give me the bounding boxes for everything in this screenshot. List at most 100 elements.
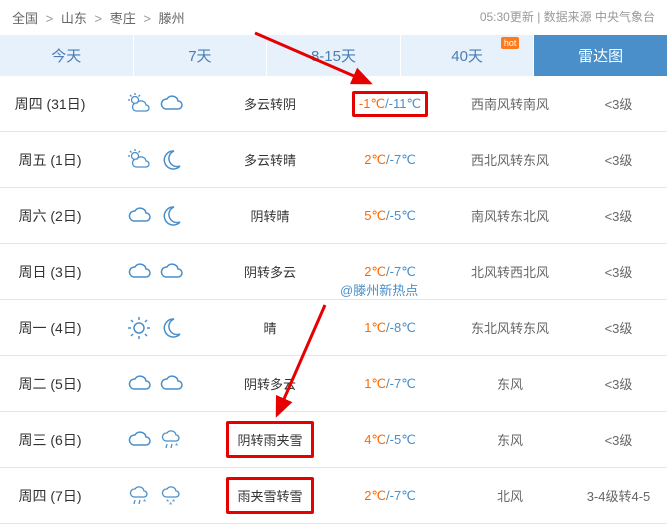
weather-desc: 阴转多云 <box>210 262 330 281</box>
cloud-icon <box>158 91 184 117</box>
snow-icon <box>158 483 184 509</box>
day-label: 周六 (2日) <box>0 206 100 226</box>
forecast-row[interactable]: 周日 (3日)阴转多云2℃/-7℃北风转西北风<3级 <box>0 244 667 300</box>
weather-icons <box>100 483 210 509</box>
cloud-icon <box>126 427 152 453</box>
pcloud-day-icon <box>126 91 152 117</box>
temperature: 1℃/-7℃ <box>330 376 450 392</box>
wind-level: <3级 <box>570 318 667 337</box>
forecast-row[interactable]: 周三 (6日) 阴转雨夹雪4℃/-5℃东风<3级 <box>0 412 667 468</box>
cloud-icon <box>158 371 184 397</box>
tab-7day[interactable]: 7天 <box>134 35 268 76</box>
temp-high: -1℃ <box>359 96 385 111</box>
temperature: 2℃/-7℃ <box>330 152 450 168</box>
cloud-icon <box>126 203 152 229</box>
wind-level: 3-4级转4-5 <box>570 486 667 505</box>
pcloud-day-icon <box>126 147 152 173</box>
temperature: -1℃/-11℃ <box>330 91 450 117</box>
chevron-icon: > <box>95 11 103 26</box>
crumb-province[interactable]: 山东 <box>61 11 87 26</box>
weather-icons <box>100 203 210 229</box>
day-label: 周日 (3日) <box>0 262 100 282</box>
weather-desc: 雨夹雪转雪 <box>210 477 330 514</box>
temp-high: 2℃ <box>364 264 386 279</box>
weather-icons <box>100 91 210 117</box>
weather-icons <box>100 427 210 453</box>
wind-direction: 东风 <box>450 430 570 449</box>
temp-low: /-7℃ <box>386 152 416 167</box>
sleet-icon <box>158 427 184 453</box>
wind-direction: 东北风转东风 <box>450 318 570 337</box>
tab-8-15day[interactable]: 8-15天 <box>267 35 401 76</box>
weather-icons <box>100 371 210 397</box>
moon-icon <box>158 147 184 173</box>
cloud-icon <box>158 259 184 285</box>
tab-radar[interactable]: 雷达图 <box>534 35 667 76</box>
temp-high: 5℃ <box>364 208 386 223</box>
temp-low: /-7℃ <box>386 376 416 391</box>
forecast-row[interactable]: 周五 (1日)多云转晴2℃/-7℃西北风转东风<3级 <box>0 132 667 188</box>
wind-level: <3级 <box>570 374 667 393</box>
wind-level: <3级 <box>570 150 667 169</box>
wind-level: <3级 <box>570 94 667 113</box>
wind-level: <3级 <box>570 206 667 225</box>
wind-direction: 西北风转东风 <box>450 150 570 169</box>
sun-icon <box>126 315 152 341</box>
crumb-district[interactable]: 滕州 <box>159 11 185 26</box>
weather-desc: 阴转晴 <box>210 206 330 225</box>
weather-desc: 多云转阴 <box>210 94 330 113</box>
temp-low: /-5℃ <box>386 208 416 223</box>
weather-desc: 阴转多云 <box>210 374 330 393</box>
temp-high: 4℃ <box>364 432 386 447</box>
day-label: 周三 (6日) <box>0 430 100 450</box>
temperature: 4℃/-5℃ <box>330 432 450 448</box>
chevron-icon: > <box>46 11 54 26</box>
weather-desc: 阴转雨夹雪 <box>210 421 330 458</box>
wind-direction: 西南风转南风 <box>450 94 570 113</box>
wind-direction: 南风转东北风 <box>450 206 570 225</box>
forecast-list: 周四 (31日)多云转阴-1℃/-11℃西南风转南风<3级周五 (1日)多云转晴… <box>0 76 667 524</box>
weather-desc: 多云转晴 <box>210 150 330 169</box>
cloud-icon <box>126 259 152 285</box>
temp-high: 2℃ <box>364 152 386 167</box>
temperature: 2℃/-7℃ <box>330 264 450 280</box>
temp-high: 1℃ <box>364 320 386 335</box>
temperature: 1℃/-8℃ <box>330 320 450 336</box>
sleet-icon <box>126 483 152 509</box>
weather-icons <box>100 315 210 341</box>
temp-high: 1℃ <box>364 376 386 391</box>
weather-desc: 晴 <box>210 318 330 337</box>
temp-low: /-7℃ <box>386 488 416 503</box>
forecast-tabs: 今天 7天 8-15天 40天hot 雷达图 <box>0 35 667 76</box>
forecast-row[interactable]: 周四 (7日) 雨夹雪转雪 2℃/-7℃ 北风3-4级转4-5 <box>0 468 667 524</box>
forecast-row[interactable]: 周二 (5日)阴转多云1℃/-7℃东风<3级 <box>0 356 667 412</box>
temp-high: 2℃ <box>364 488 386 503</box>
cloud-icon <box>126 371 152 397</box>
crumb-country[interactable]: 全国 <box>12 11 38 26</box>
temp-low: /-7℃ <box>386 264 416 279</box>
moon-icon <box>158 315 184 341</box>
hot-badge: hot <box>501 37 520 49</box>
forecast-row[interactable]: 周六 (2日) 阴转晴 5℃/-5℃ 南风转东北风<3级 <box>0 188 667 244</box>
forecast-row[interactable]: 周一 (4日)晴1℃/-8℃东北风转东风<3级 <box>0 300 667 356</box>
moon-icon <box>158 203 184 229</box>
day-label: 周一 (4日) <box>0 318 100 338</box>
wind-direction: 北风转西北风 <box>450 262 570 281</box>
update-info: 05:30更新 | 数据来源 中央气象台 <box>480 8 655 25</box>
temp-low: /-8℃ <box>386 320 416 335</box>
tab-today[interactable]: 今天 <box>0 35 134 76</box>
tab-40day[interactable]: 40天hot <box>401 35 535 76</box>
day-label: 周五 (1日) <box>0 150 100 170</box>
day-label: 周四 (7日) <box>0 486 100 506</box>
wind-level: <3级 <box>570 262 667 281</box>
chevron-icon: > <box>143 11 151 26</box>
forecast-row[interactable]: 周四 (31日)多云转阴-1℃/-11℃西南风转南风<3级 <box>0 76 667 132</box>
crumb-city[interactable]: 枣庄 <box>110 11 136 26</box>
temp-low: /-11℃ <box>385 96 421 111</box>
wind-level: <3级 <box>570 430 667 449</box>
day-label: 周二 (5日) <box>0 374 100 394</box>
weather-icons <box>100 259 210 285</box>
wind-direction: 东风 <box>450 374 570 393</box>
day-label: 周四 (31日) <box>0 94 100 114</box>
wind-direction: 北风 <box>450 486 570 505</box>
